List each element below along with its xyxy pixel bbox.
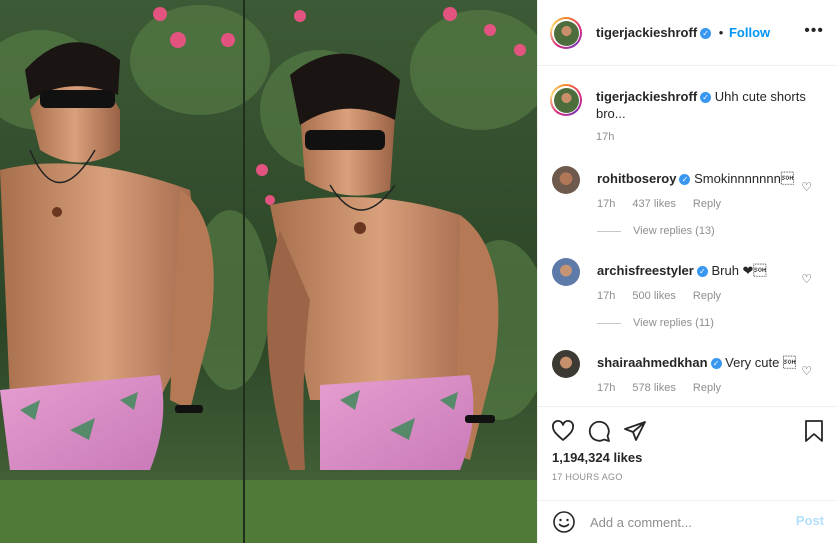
comment-text: Smokinnnnnnn xyxy=(694,171,794,186)
post-header: tigerjackieshroff ✓ • Follow ••• xyxy=(538,0,837,66)
caption-username[interactable]: tigerjackieshroff xyxy=(596,89,697,104)
author-avatar[interactable] xyxy=(550,17,582,49)
verified-badge-icon: ✓ xyxy=(700,92,712,104)
post-actions: 1,194,324 likes 17 HOURS AGO xyxy=(538,406,837,500)
view-replies-label: View replies (13) xyxy=(633,225,715,237)
small-heart-icon[interactable]: ♡ xyxy=(801,364,812,378)
view-replies-button[interactable]: View replies (11) xyxy=(597,317,714,329)
emoji-icon[interactable] xyxy=(552,510,576,534)
verified-badge-icon: ✓ xyxy=(700,28,712,40)
more-options-icon[interactable]: ••• xyxy=(804,23,824,39)
comment-likes[interactable]: 500 likes xyxy=(632,290,675,302)
add-comment-bar: Post xyxy=(538,500,837,543)
view-replies-button[interactable]: View replies (13) xyxy=(597,225,715,237)
commenter-avatar[interactable] xyxy=(552,166,580,194)
comment-time: 17h xyxy=(597,290,616,302)
comment-time: 17h xyxy=(597,382,616,394)
like-count[interactable]: 1,194,324 likes xyxy=(552,450,642,465)
comment-meta: 17h 500 likes Reply xyxy=(597,290,735,302)
comment-time: 17h xyxy=(597,198,616,210)
replies-divider xyxy=(597,322,621,324)
header-user-line: tigerjackieshroff ✓ • Follow xyxy=(596,25,770,40)
reply-button[interactable]: Reply xyxy=(693,382,721,394)
add-comment-input[interactable] xyxy=(588,510,792,534)
reply-button[interactable]: Reply xyxy=(693,290,721,302)
verified-badge-icon: ✓ xyxy=(710,358,722,370)
comment-body: shairaahmedkhan ✓ Very cute  xyxy=(597,354,797,371)
comment-body: rohitboseroy ✓ Smokinnnnnnn xyxy=(597,170,797,187)
verified-badge-icon: ✓ xyxy=(696,266,708,278)
caption-body: tigerjackieshroff ✓ Uhh cute shorts bro..… xyxy=(596,88,826,122)
comment-text: Very cute  xyxy=(725,355,796,370)
commenter-username[interactable]: rohitboseroy xyxy=(597,171,676,186)
caption-avatar[interactable] xyxy=(550,84,582,116)
post-timestamp[interactable]: 17 HOURS AGO xyxy=(552,472,623,482)
commenter-username[interactable]: shairaahmedkhan xyxy=(597,355,708,370)
comment-text: Bruh ❤ xyxy=(711,263,767,278)
follow-button[interactable]: Follow xyxy=(729,25,770,40)
commenter-username[interactable]: archisfreestyler xyxy=(597,263,694,278)
reply-button[interactable]: Reply xyxy=(693,198,721,210)
comment-icon[interactable] xyxy=(587,419,611,443)
post-image xyxy=(0,0,537,543)
author-username[interactable]: tigerjackieshroff xyxy=(596,25,697,40)
verified-badge-icon: ✓ xyxy=(679,174,691,186)
replies-divider xyxy=(597,230,621,232)
comment-body: archisfreestyler ✓ Bruh ❤ xyxy=(597,262,797,279)
small-heart-icon[interactable]: ♡ xyxy=(801,180,812,194)
caption-time: 17h xyxy=(596,131,615,143)
commenter-avatar[interactable] xyxy=(552,258,580,286)
bookmark-icon[interactable] xyxy=(803,419,825,443)
post-comment-button[interactable]: Post xyxy=(796,513,824,528)
small-heart-icon[interactable]: ♡ xyxy=(801,272,812,286)
comment-likes[interactable]: 437 likes xyxy=(632,198,675,210)
instagram-post-window: tigerjackieshroff ✓ • Follow ••• tigerjac… xyxy=(0,0,837,543)
post-sidebar: tigerjackieshroff ✓ • Follow ••• tigerjac… xyxy=(537,0,837,543)
comment-likes[interactable]: 578 likes xyxy=(632,382,675,394)
view-replies-label: View replies (11) xyxy=(633,317,714,329)
post-photo[interactable] xyxy=(0,0,537,543)
commenter-avatar[interactable] xyxy=(552,350,580,378)
comment-meta: 17h 437 likes Reply xyxy=(597,198,735,210)
comment-meta: 17h 578 likes Reply xyxy=(597,382,735,394)
heart-icon[interactable] xyxy=(551,419,575,443)
follow-separator: • xyxy=(718,25,724,40)
share-icon[interactable] xyxy=(623,419,647,443)
